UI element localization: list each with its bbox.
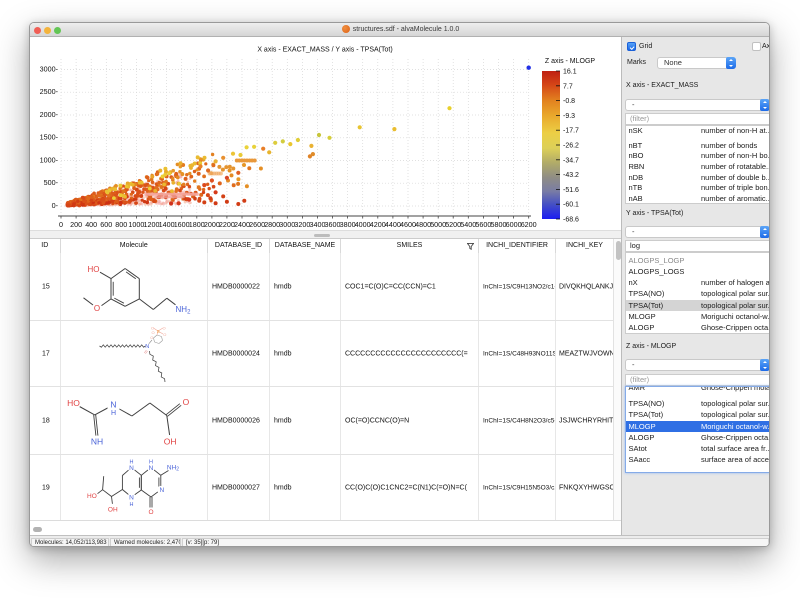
svg-text:1800: 1800 — [189, 220, 205, 229]
svg-text:-43.2: -43.2 — [563, 172, 579, 179]
svg-text:1000-: 1000- — [40, 155, 59, 164]
svg-text:HO: HO — [67, 398, 80, 408]
svg-text:H: H — [129, 502, 133, 508]
svg-text:5600: 5600 — [475, 220, 491, 229]
svg-text:-51.6: -51.6 — [563, 187, 579, 194]
svg-text:5000: 5000 — [430, 220, 446, 229]
svg-text:3400: 3400 — [310, 220, 326, 229]
svg-text:5800: 5800 — [491, 220, 507, 229]
svg-text:2400: 2400 — [234, 220, 250, 229]
svg-text:OH: OH — [163, 437, 176, 447]
svg-text:800: 800 — [115, 220, 127, 229]
svg-text:-9.3: -9.3 — [563, 113, 575, 120]
svg-text:N: N — [145, 344, 149, 350]
svg-text:6000: 6000 — [506, 220, 522, 229]
svg-text:6200: 6200 — [521, 220, 537, 229]
svg-text:1200: 1200 — [144, 220, 160, 229]
svg-text:2800: 2800 — [264, 220, 280, 229]
svg-text:5400: 5400 — [460, 220, 476, 229]
svg-text:3800: 3800 — [340, 220, 356, 229]
svg-text:H: H — [129, 459, 133, 465]
svg-text:-68.6: -68.6 — [563, 217, 579, 224]
svg-text:N: N — [129, 495, 134, 502]
svg-text:0: 0 — [59, 220, 63, 229]
svg-text:-17.7: -17.7 — [563, 128, 579, 135]
svg-text:4000: 4000 — [355, 220, 371, 229]
svg-text:-26.2: -26.2 — [563, 143, 579, 150]
svg-text:7.7: 7.7 — [563, 83, 573, 90]
svg-text:O: O — [148, 509, 153, 516]
svg-text:2500-: 2500- — [40, 87, 59, 96]
svg-text:OH: OH — [107, 507, 117, 514]
svg-text:1500-: 1500- — [40, 133, 59, 142]
svg-text:H: H — [149, 459, 153, 465]
svg-text:-60.1: -60.1 — [563, 202, 579, 209]
svg-text:N: N — [159, 487, 164, 494]
svg-text:-34.7: -34.7 — [563, 157, 579, 164]
svg-text:2000: 2000 — [204, 220, 220, 229]
svg-text:-0.8: -0.8 — [563, 98, 575, 105]
svg-text:HO: HO — [87, 265, 99, 274]
svg-text:200: 200 — [70, 220, 82, 229]
svg-text:1600: 1600 — [174, 220, 190, 229]
svg-text:NH2: NH2 — [175, 305, 191, 315]
svg-text:O: O — [163, 332, 166, 337]
svg-text:X axis - EXACT_MASS / Y axis -: X axis - EXACT_MASS / Y axis - TPSA(Tot) — [257, 47, 392, 54]
svg-text:H: H — [110, 410, 115, 417]
svg-text:Z axis - MLOGP: Z axis - MLOGP — [545, 58, 596, 65]
svg-text:4200: 4200 — [370, 220, 386, 229]
svg-text:N: N — [148, 465, 153, 472]
svg-text:3600: 3600 — [325, 220, 341, 229]
svg-text:3200: 3200 — [294, 220, 310, 229]
svg-text:NH: NH — [90, 437, 102, 447]
svg-text:O: O — [182, 397, 189, 407]
svg-text:400: 400 — [85, 220, 97, 229]
svg-text:N: N — [129, 465, 134, 472]
svg-text:2200: 2200 — [219, 220, 235, 229]
svg-text:600: 600 — [100, 220, 112, 229]
svg-text:2000-: 2000- — [40, 110, 59, 119]
svg-text:16.1: 16.1 — [563, 69, 577, 76]
svg-text:O: O — [162, 325, 165, 330]
svg-text:3000-: 3000- — [40, 64, 59, 73]
svg-text:3000: 3000 — [279, 220, 295, 229]
svg-text:0-: 0- — [52, 201, 59, 210]
svg-text:S: S — [156, 329, 159, 334]
svg-text:N: N — [110, 400, 116, 410]
svg-text:1400: 1400 — [159, 220, 175, 229]
svg-text:O: O — [151, 330, 154, 335]
svg-text:2600: 2600 — [249, 220, 265, 229]
svg-text:4600: 4600 — [400, 220, 416, 229]
svg-text:4800: 4800 — [415, 220, 431, 229]
svg-text:1000: 1000 — [128, 220, 144, 229]
svg-text:O: O — [150, 335, 153, 340]
svg-text:NH2: NH2 — [166, 465, 178, 473]
svg-text:4400: 4400 — [385, 220, 401, 229]
svg-text:HO: HO — [87, 493, 97, 500]
svg-text:5200: 5200 — [445, 220, 461, 229]
svg-text:500-: 500- — [44, 178, 59, 187]
svg-text:O: O — [93, 304, 99, 313]
